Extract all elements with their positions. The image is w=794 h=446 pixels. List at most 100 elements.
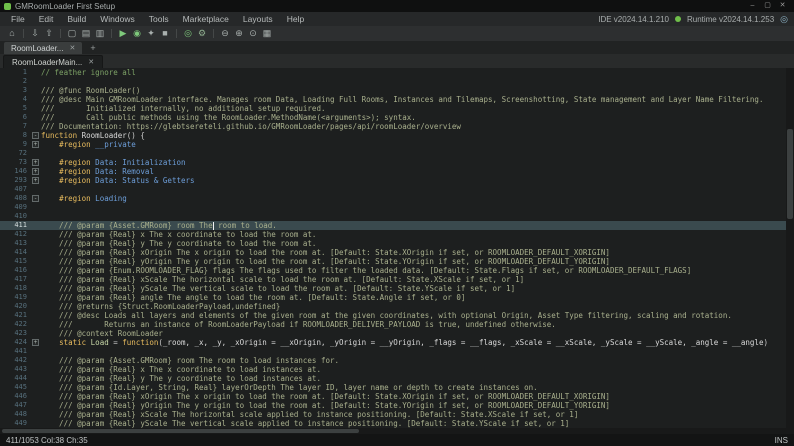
- save-icon[interactable]: ▤: [79, 26, 93, 41]
- fold-closed-marker[interactable]: +: [30, 158, 41, 167]
- fold-gutter: [30, 374, 41, 383]
- code-line[interactable]: 417 /// @param {Real} xScale The horizon…: [0, 275, 786, 284]
- workspace-tab[interactable]: RoomLoader... ✕: [4, 42, 82, 54]
- status-bar: 411/1053 Col:38 Ch:35 INS: [0, 434, 794, 446]
- code-line[interactable]: 424+ static Load = function(_room, _x, _…: [0, 338, 786, 347]
- menu-item-windows[interactable]: Windows: [93, 12, 141, 26]
- fold-gutter: [30, 185, 41, 194]
- target-platform-icon[interactable]: ◎: [780, 14, 788, 25]
- code-line[interactable]: 445 /// @param {Id.Layer, String, Real} …: [0, 383, 786, 392]
- code-line[interactable]: 409: [0, 203, 786, 212]
- window-controls: – ▢ ✕: [745, 0, 790, 12]
- code-line[interactable]: 420 /// @returns {Struct.RoomLoaderPaylo…: [0, 302, 786, 311]
- line-number: 417: [0, 275, 30, 284]
- code-line[interactable]: 422 /// Returns an instance of RoomLoade…: [0, 320, 786, 329]
- export-icon[interactable]: ⇧: [42, 26, 56, 41]
- code-line[interactable]: 7/// Documentation: https://glebtseretel…: [0, 122, 786, 131]
- editor-tab[interactable]: RoomLoaderMain... ✕: [3, 55, 103, 68]
- current-code-line[interactable]: 411 /// @param {Asset.GMRoom} room The r…: [0, 221, 786, 230]
- horizontal-scrollbar[interactable]: [0, 428, 794, 434]
- close-button[interactable]: ✕: [775, 0, 790, 12]
- stop-icon[interactable]: ■: [158, 26, 172, 41]
- code-line[interactable]: 73+ #region Data: Initialization: [0, 158, 786, 167]
- import-icon[interactable]: ⇩: [28, 26, 42, 41]
- code-line[interactable]: 441: [0, 347, 786, 356]
- code-line[interactable]: 446 /// @param {Real} xOrigin The x orig…: [0, 392, 786, 401]
- code-text: /// @param {Real} xOrigin The x origin t…: [41, 392, 786, 401]
- code-line[interactable]: 447 /// @param {Real} yOrigin The y orig…: [0, 401, 786, 410]
- zoom-out-icon[interactable]: ⊖: [218, 26, 232, 41]
- line-number: 412: [0, 230, 30, 239]
- code-editor[interactable]: 1// feather ignore all23/// @func RoomLo…: [0, 68, 794, 428]
- menu-item-build[interactable]: Build: [60, 12, 93, 26]
- maximize-button[interactable]: ▢: [760, 0, 775, 12]
- target-icon[interactable]: ◎: [181, 26, 195, 41]
- code-line[interactable]: 6/// Call public methods using the RoomL…: [0, 113, 786, 122]
- code-line[interactable]: 442 /// @param {Asset.GMRoom} room The r…: [0, 356, 786, 365]
- fold-gutter: [30, 68, 41, 77]
- menu-item-edit[interactable]: Edit: [32, 12, 61, 26]
- menu-item-help[interactable]: Help: [280, 12, 311, 26]
- windows-grid-icon[interactable]: ▦: [260, 26, 274, 41]
- save-all-icon[interactable]: ▥: [93, 26, 107, 41]
- code-line[interactable]: 407: [0, 185, 786, 194]
- code-line[interactable]: 8-function RoomLoader() {: [0, 131, 786, 140]
- close-tab-icon[interactable]: ✕: [88, 58, 94, 66]
- code-text: [41, 77, 786, 86]
- code-line[interactable]: 412 /// @param {Real} x The x coordinate…: [0, 230, 786, 239]
- menu-item-tools[interactable]: Tools: [142, 12, 176, 26]
- code-line[interactable]: 410: [0, 212, 786, 221]
- line-number: 410: [0, 212, 30, 221]
- settings-icon[interactable]: ⚙: [195, 26, 209, 41]
- code-line[interactable]: 448 /// @param {Real} xScale The horizon…: [0, 410, 786, 419]
- debug-icon[interactable]: ◉: [130, 26, 144, 41]
- vertical-scrollbar-thumb[interactable]: [787, 129, 793, 219]
- code-line[interactable]: 72: [0, 149, 786, 158]
- fold-open-marker[interactable]: -: [30, 194, 41, 203]
- menu-item-marketplace[interactable]: Marketplace: [176, 12, 236, 26]
- code-line[interactable]: 444 /// @param {Real} y The y coordinate…: [0, 374, 786, 383]
- code-line[interactable]: 2: [0, 77, 786, 86]
- code-line[interactable]: 421 /// @desc Loads all layers and eleme…: [0, 311, 786, 320]
- fold-closed-marker[interactable]: +: [30, 167, 41, 176]
- code-line[interactable]: 414 /// @param {Real} xOrigin The x orig…: [0, 248, 786, 257]
- code-line[interactable]: 418 /// @param {Real} yScale The vertica…: [0, 284, 786, 293]
- home-icon[interactable]: ⌂: [5, 26, 19, 41]
- menu-item-file[interactable]: File: [4, 12, 32, 26]
- clean-icon[interactable]: ✦: [144, 26, 158, 41]
- code-text: /// @param {Real} y The y coordinate to …: [41, 374, 786, 383]
- zoom-reset-icon[interactable]: ⊙: [246, 26, 260, 41]
- code-line[interactable]: 1// feather ignore all: [0, 68, 786, 77]
- code-line[interactable]: 4/// @desc Main GMRoomLoader interface. …: [0, 95, 786, 104]
- fold-gutter: [30, 311, 41, 320]
- zoom-in-icon[interactable]: ⊕: [232, 26, 246, 41]
- code-text: static Load = function(_room, _x, _y, _x…: [41, 338, 786, 347]
- code-line[interactable]: 293+ #region Data: Status & Getters: [0, 176, 786, 185]
- fold-open-marker[interactable]: -: [30, 131, 41, 140]
- menu-item-layouts[interactable]: Layouts: [236, 12, 280, 26]
- fold-closed-marker[interactable]: +: [30, 140, 41, 149]
- vertical-scrollbar[interactable]: [786, 68, 794, 428]
- code-line[interactable]: 423 /// @context RoomLoader: [0, 329, 786, 338]
- fold-closed-marker[interactable]: +: [30, 338, 41, 347]
- code-line[interactable]: 443 /// @param {Real} x The x coordinate…: [0, 365, 786, 374]
- code-line[interactable]: 5/// Initialized internally, no addition…: [0, 104, 786, 113]
- code-line[interactable]: 146+ #region Data: Removal: [0, 167, 786, 176]
- run-icon[interactable]: ▶: [116, 26, 130, 41]
- fold-closed-marker[interactable]: +: [30, 176, 41, 185]
- code-line[interactable]: 415 /// @param {Real} yOrigin The y orig…: [0, 257, 786, 266]
- code-line[interactable]: 408- #region Loading: [0, 194, 786, 203]
- code-line[interactable]: 413 /// @param {Real} y The y coordinate…: [0, 239, 786, 248]
- horizontal-scrollbar-thumb[interactable]: [2, 429, 359, 433]
- code-line[interactable]: 416 /// @param {Enum.ROOMLOADER_FLAG} fl…: [0, 266, 786, 275]
- code-line[interactable]: 419 /// @param {Real} angle The angle to…: [0, 293, 786, 302]
- add-workspace-button[interactable]: +: [85, 42, 100, 54]
- code-text: /// @param {Asset.GMRoom} room The room …: [41, 221, 786, 230]
- code-line[interactable]: 449 /// @param {Real} yScale The vertica…: [0, 419, 786, 428]
- close-tab-icon[interactable]: ✕: [69, 44, 75, 52]
- new-file-icon[interactable]: ▢: [65, 26, 79, 41]
- code-line[interactable]: 3/// @func RoomLoader(): [0, 86, 786, 95]
- version-info: IDE v2024.14.1.210 Runtime v2024.14.1.25…: [598, 14, 790, 25]
- minimize-button[interactable]: –: [745, 0, 760, 12]
- code-line[interactable]: 9+ #region __private: [0, 140, 786, 149]
